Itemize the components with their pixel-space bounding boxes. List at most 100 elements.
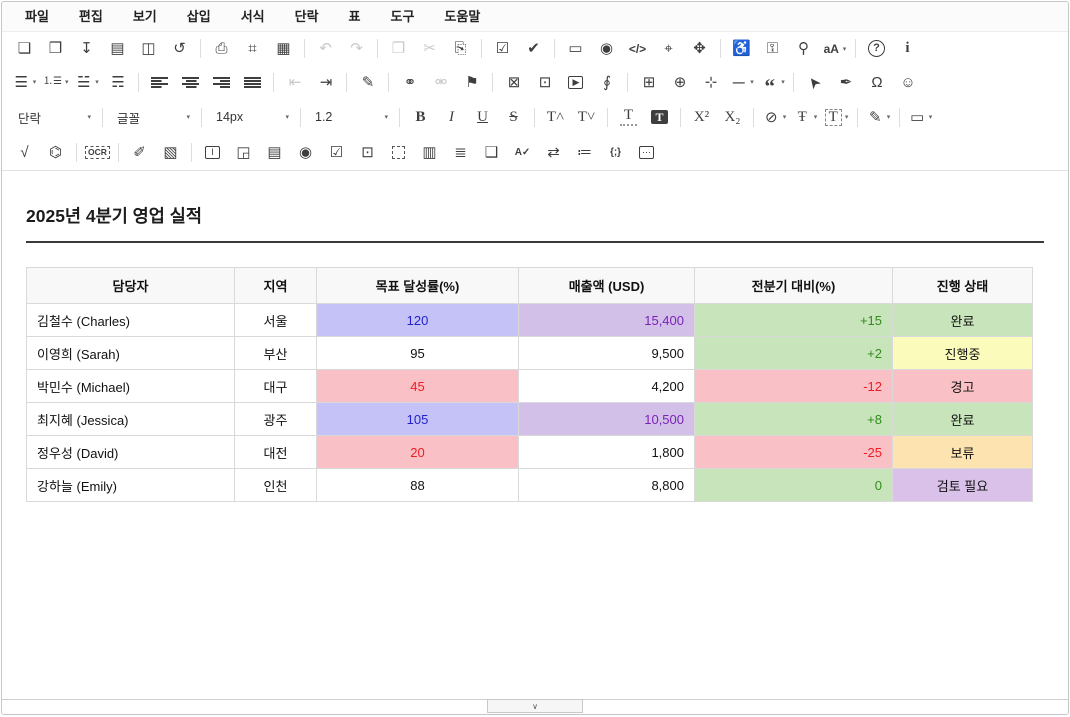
select-tool-button[interactable]: ➤ — [800, 68, 829, 96]
open-file-button[interactable]: ❒ — [41, 35, 70, 63]
media-button[interactable]: ▶ — [561, 68, 590, 96]
form-layout-button[interactable]: ▥ — [415, 139, 444, 167]
new-document-button[interactable]: ❏ — [10, 35, 39, 63]
table-cell[interactable]: 완료 — [893, 403, 1033, 436]
line-height-select[interactable]: 1.2▾ — [306, 103, 394, 131]
column-header-5[interactable]: 전분기 대비(%) — [695, 268, 893, 304]
menu-help[interactable]: 도움말 — [429, 2, 495, 32]
chemical-formula-button[interactable]: ⌬ — [41, 139, 70, 167]
table-cell[interactable]: 최지혜 (Jessica) — [27, 403, 235, 436]
page-borders-button[interactable]: ▦ — [269, 35, 298, 63]
accessibility-button[interactable]: ♿ — [727, 35, 756, 63]
spellcheck-button[interactable]: A✓ — [508, 139, 537, 167]
column-header-3[interactable]: 목표 달성률(%) — [317, 268, 519, 304]
table-cell[interactable]: 경고 — [893, 370, 1033, 403]
attachment-button[interactable]: ∮ — [592, 68, 621, 96]
menu-format[interactable]: 서식 — [226, 2, 280, 32]
emoticon-button[interactable]: ☺ — [893, 68, 922, 96]
strikethrough-button[interactable]: S — [499, 103, 528, 131]
superscript-button[interactable]: X² — [687, 103, 716, 131]
clipboard-check-button[interactable]: ✔ — [519, 35, 548, 63]
table-cell[interactable]: 105 — [317, 403, 519, 436]
document-title[interactable]: 2025년 4분기 영업 실적 — [26, 203, 1044, 228]
font-size-select[interactable]: 14px▾ — [207, 103, 295, 131]
table-cell[interactable]: 박민수 (Michael) — [27, 370, 235, 403]
find-document-button[interactable]: ⌖ — [654, 35, 683, 63]
table-cell[interactable]: +15 — [695, 304, 893, 337]
paste-button[interactable]: ⎘ — [446, 35, 475, 63]
subscript-button[interactable]: X₂ — [718, 103, 747, 131]
table-cell[interactable]: 120 — [317, 304, 519, 337]
insert-placeholder-button[interactable]: ⊹ — [696, 68, 725, 96]
table-cell[interactable]: 4,200 — [519, 370, 695, 403]
italic-button[interactable]: I — [437, 103, 466, 131]
link-button[interactable]: ⚭ — [395, 68, 424, 96]
fullscreen-button[interactable]: ✥ — [685, 35, 714, 63]
selection-area-button[interactable] — [384, 139, 413, 167]
table-cell[interactable]: 95 — [317, 337, 519, 370]
table-cell[interactable]: 1,800 — [519, 436, 695, 469]
table-cell[interactable]: 보류 — [893, 436, 1033, 469]
button-field-button[interactable]: ⊡ — [353, 139, 382, 167]
blockquote-button[interactable]: “▾ — [758, 68, 787, 96]
menu-paragraph[interactable]: 단락 — [280, 2, 334, 32]
info-button[interactable]: i — [893, 35, 922, 63]
ruler-button[interactable]: ▭ — [561, 35, 590, 63]
table-cell[interactable]: 대전 — [235, 436, 317, 469]
table-cell[interactable]: 10,500 — [519, 403, 695, 436]
format-eraser-button[interactable]: ⊘▾ — [760, 103, 789, 131]
table-cell[interactable]: 15,400 — [519, 304, 695, 337]
table-cell[interactable]: +8 — [695, 403, 893, 436]
document-template-button[interactable]: ▤ — [103, 35, 132, 63]
textarea-field-button[interactable]: ◲ — [229, 139, 258, 167]
text-color-button[interactable]: T — [614, 103, 643, 131]
ai-pen-button[interactable]: ✐ — [125, 139, 154, 167]
comment-button[interactable]: ⋯ — [632, 139, 661, 167]
table-cell[interactable]: -12 — [695, 370, 893, 403]
table-cell[interactable]: 인천 — [235, 469, 317, 502]
decrease-font-size-button[interactable]: T˅ — [572, 103, 601, 131]
print-button[interactable]: ⎙ — [207, 35, 236, 63]
column-header-2[interactable]: 지역 — [235, 268, 317, 304]
table-cell[interactable]: 진행중 — [893, 337, 1033, 370]
menu-insert[interactable]: 삽입 — [172, 2, 226, 32]
input-field-button[interactable]: I — [198, 139, 227, 167]
table-cell[interactable]: 45 — [317, 370, 519, 403]
detail-list-button[interactable]: ≔ — [570, 139, 599, 167]
align-left-button[interactable] — [145, 68, 174, 96]
draw-button[interactable]: ✒ — [831, 68, 860, 96]
table-cell[interactable]: 88 — [317, 469, 519, 502]
special-character-button[interactable]: Ω — [862, 68, 891, 96]
outline-list-button[interactable]: ☱▾ — [72, 68, 101, 96]
table-cell[interactable]: -25 — [695, 436, 893, 469]
table-cell[interactable]: 20 — [317, 436, 519, 469]
ai-image-button[interactable]: ▧ — [156, 139, 185, 167]
increase-font-size-button[interactable]: T˄ — [541, 103, 570, 131]
table-cell[interactable]: 서울 — [235, 304, 317, 337]
page-setup-button[interactable]: ⌗ — [238, 35, 267, 63]
horizontal-line-button[interactable]: —▾ — [727, 68, 756, 96]
multilevel-list-button[interactable]: ☴ — [103, 68, 132, 96]
insert-frame-button[interactable]: ⊕ — [665, 68, 694, 96]
image-search-button[interactable]: ⊡ — [530, 68, 559, 96]
table-cell[interactable]: 이영희 (Sarah) — [27, 337, 235, 370]
align-right-button[interactable] — [207, 68, 236, 96]
ocr-button[interactable]: OCR — [83, 139, 112, 167]
table-cell[interactable]: 9,500 — [519, 337, 695, 370]
bullet-list-button[interactable]: ☰▾ — [10, 68, 39, 96]
table-insert-button[interactable]: ⊞ — [634, 68, 663, 96]
table-cell[interactable]: 대구 — [235, 370, 317, 403]
menu-table[interactable]: 표 — [334, 2, 376, 32]
form-field-button[interactable]: ▤ — [260, 139, 289, 167]
display-mode-button[interactable]: ▭▾ — [906, 103, 935, 131]
checkbox-button[interactable]: ☑ — [322, 139, 351, 167]
source-code-button[interactable]: </> — [623, 35, 652, 63]
editor-content[interactable]: 2025년 4분기 영업 실적 담당자지역목표 달성률(%)매출액 (USD)전… — [2, 203, 1068, 715]
column-header-6[interactable]: 진행 상태 — [893, 268, 1033, 304]
copy-page-button[interactable]: ❑ — [477, 139, 506, 167]
table-cell[interactable]: 검토 필요 — [893, 469, 1033, 502]
list-field-button[interactable]: ≣ — [446, 139, 475, 167]
search-button[interactable]: ⚲ — [789, 35, 818, 63]
font-case-button[interactable]: aA▾ — [820, 35, 849, 63]
align-justify-button[interactable] — [238, 68, 267, 96]
